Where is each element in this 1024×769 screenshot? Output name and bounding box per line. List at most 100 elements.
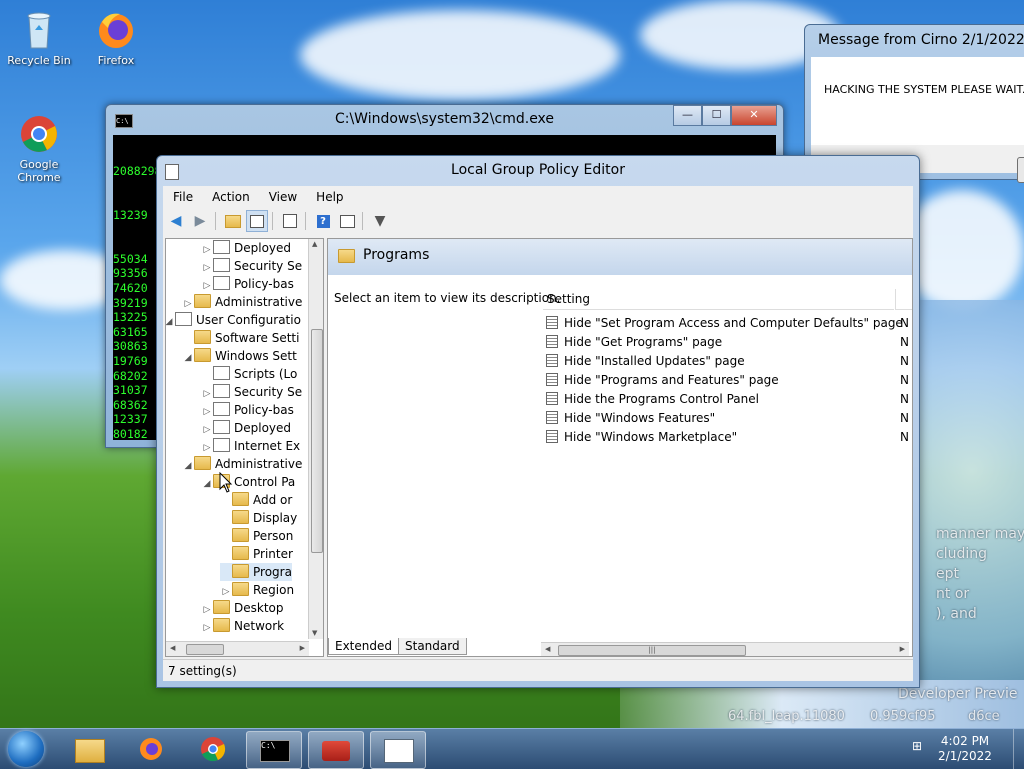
taskbar-chrome[interactable] <box>186 731 240 767</box>
setting-row[interactable]: Hide "Windows Features" <box>546 409 715 428</box>
expand-toggle-icon[interactable]: ◢ <box>182 457 194 475</box>
tree-item-label: User Configuratio <box>196 313 301 327</box>
folder-icon <box>194 294 211 308</box>
tree-item[interactable]: ▷ Internet Ex <box>201 437 300 455</box>
expand-toggle-icon[interactable]: ◢ <box>182 349 194 367</box>
tree-item[interactable]: Software Setti <box>182 329 299 347</box>
forward-icon[interactable]: ▶ <box>189 210 211 232</box>
expand-toggle-icon[interactable]: ◢ <box>166 313 175 331</box>
setting-label: Hide the Programs Control Panel <box>564 392 759 406</box>
expand-toggle-icon[interactable]: ◢ <box>201 475 213 493</box>
folder-icon <box>338 249 355 263</box>
back-icon[interactable]: ◀ <box>165 210 187 232</box>
setting-row[interactable]: Hide "Get Programs" page <box>546 333 722 352</box>
desktop-icon-recycle-bin[interactable]: Recycle Bin <box>3 8 75 67</box>
pane-header: Programs <box>328 239 912 275</box>
close-button[interactable]: ✕ <box>731 105 777 126</box>
desktop-icon-label: Firefox <box>97 54 135 67</box>
watermark-text: ept <box>936 566 959 582</box>
show-desktop-button[interactable] <box>1013 729 1024 769</box>
tree-item[interactable]: Scripts (Lo <box>201 365 297 383</box>
tree-pane[interactable]: ▷ Deployed ▷ Security Se ▷ Policy-bas ▷ Adminis… <box>165 238 324 657</box>
tree-item[interactable]: ▷ Deployed <box>201 419 291 437</box>
expand-toggle-icon[interactable]: ▷ <box>201 619 213 637</box>
tree-horizontal-scrollbar[interactable]: ◀ ▶ <box>166 641 309 656</box>
export-list-icon[interactable] <box>279 210 301 232</box>
folder-icon <box>75 739 105 763</box>
menu-view[interactable]: View <box>259 186 306 208</box>
tree-item[interactable]: Person <box>220 527 293 545</box>
tree-item[interactable]: ▷ Desktop <box>201 599 284 617</box>
up-folder-icon[interactable] <box>222 210 244 232</box>
tree-item[interactable]: Display <box>220 509 297 527</box>
tree-item-label: Internet Ex <box>234 439 301 453</box>
scroll-thumb[interactable] <box>311 329 323 553</box>
column-header-state[interactable] <box>895 289 912 310</box>
tree-item[interactable]: ◢ Control Pa <box>201 473 295 491</box>
menu-bar: File Action View Help <box>163 186 353 208</box>
tree-item[interactable]: Progra <box>220 563 292 581</box>
view-tabs: Extended Standard <box>328 638 467 656</box>
tree-item[interactable]: ▷ Region <box>220 581 294 599</box>
watermark-text: Developer Previe <box>898 686 1018 702</box>
tree-item[interactable]: ▷ Security Se <box>201 257 302 275</box>
tree-item[interactable]: ▷ Policy-bas <box>201 275 294 293</box>
setting-state: N <box>900 354 909 368</box>
help-icon[interactable]: ? <box>312 210 334 232</box>
setting-row[interactable]: Hide the Programs Control Panel <box>546 390 759 409</box>
taskbar-firefox[interactable] <box>124 731 178 767</box>
setting-row[interactable]: Hide "Set Program Access and Computer De… <box>546 314 903 333</box>
tree-item[interactable]: ▷ Policy-bas <box>201 401 294 419</box>
tree-item[interactable]: Printer <box>220 545 293 563</box>
show-tree-icon[interactable] <box>246 210 268 232</box>
gpedit-window[interactable]: Local Group Policy Editor File Action Vi… <box>156 155 920 688</box>
scroll-thumb[interactable] <box>186 644 224 655</box>
firefox-icon <box>140 738 162 760</box>
properties-icon[interactable] <box>336 210 358 232</box>
folder-icon <box>232 582 249 596</box>
setting-row[interactable]: Hide "Programs and Features" page <box>546 371 779 390</box>
scroll-thumb[interactable]: ||| <box>558 645 746 656</box>
clock[interactable]: 4:02 PM 2/1/2022 <box>930 734 1000 764</box>
taskbar-toolbox[interactable] <box>308 731 364 769</box>
menu-help[interactable]: Help <box>306 186 352 208</box>
details-pane[interactable]: Programs Select an item to view its desc… <box>327 238 913 657</box>
taskbar-gpedit[interactable] <box>370 731 426 769</box>
details-horizontal-scrollbar[interactable]: ◀ ||| ▶ <box>541 642 909 656</box>
tree-item[interactable]: ▷ Administrative <box>182 293 302 311</box>
tree-item-label: Security Se <box>234 259 303 273</box>
tree-item[interactable]: ◢ Windows Sett <box>182 347 297 365</box>
column-header-setting[interactable]: Setting <box>543 289 894 310</box>
taskbar-cmd[interactable]: C:\ <box>246 731 302 769</box>
desktop-icon-firefox[interactable]: Firefox <box>80 8 152 67</box>
tree-item[interactable]: ▷ Security Se <box>201 383 302 401</box>
tab-standard[interactable]: Standard <box>398 638 467 655</box>
user-icon <box>175 312 192 326</box>
setting-row[interactable]: Hide "Windows Marketplace" <box>546 428 737 447</box>
tree-vertical-scrollbar[interactable]: ▲ ▼ <box>308 239 323 639</box>
filter-icon[interactable]: ▼ <box>369 210 391 232</box>
minimize-button[interactable]: — <box>673 105 702 126</box>
tree-item[interactable]: ◢ User Configuratio <box>166 311 301 331</box>
ok-button[interactable] <box>1017 157 1024 183</box>
tree-item[interactable]: ▷ Deployed <box>201 239 291 257</box>
tree-item-label: Scripts (Lo <box>234 367 298 381</box>
folder-icon <box>232 492 249 506</box>
start-button[interactable] <box>8 731 44 767</box>
tree-item[interactable]: ▷ Network <box>201 617 284 635</box>
tree-item-label: Printer <box>253 547 293 561</box>
network-icon[interactable]: ⊞ <box>912 739 928 753</box>
taskbar-explorer[interactable] <box>62 731 116 767</box>
cmd-titlebar[interactable]: C:\ C:\Windows\system32\cmd.exe — ☐ ✕ <box>106 105 783 133</box>
menu-file[interactable]: File <box>163 186 202 208</box>
status-bar: 7 setting(s) <box>163 659 913 682</box>
maximize-button[interactable]: ☐ <box>702 105 731 126</box>
security-icon <box>213 384 230 398</box>
desktop-icon-chrome[interactable]: Google Chrome <box>3 112 75 184</box>
policy-icon <box>546 354 558 367</box>
tab-extended[interactable]: Extended <box>328 638 399 655</box>
tree-item[interactable]: ◢ Administrative <box>182 455 302 473</box>
menu-action[interactable]: Action <box>202 186 259 208</box>
mouse-cursor-icon <box>219 472 233 493</box>
setting-row[interactable]: Hide "Installed Updates" page <box>546 352 745 371</box>
